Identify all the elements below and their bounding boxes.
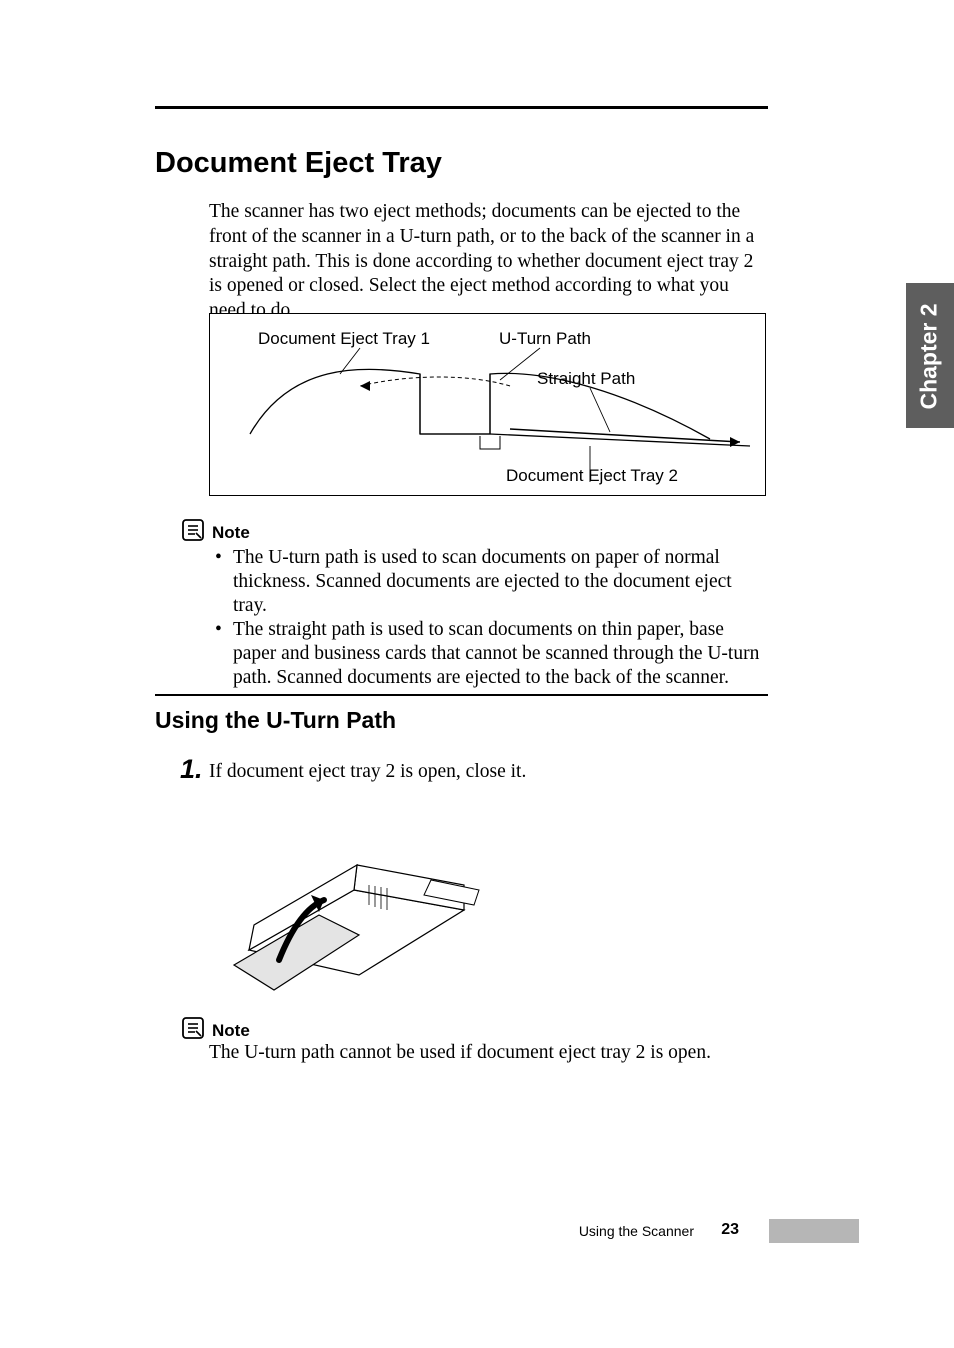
chapter-tab-label: Chapter 2 [916,297,943,417]
label-uturn: U-Turn Path [499,329,591,349]
section-rule [155,106,768,109]
step-1-number: 1. [180,754,203,785]
label-straight: Straight Path [537,369,635,389]
chapter-tab: Chapter 2 [906,283,954,428]
note-2-text: The U-turn path cannot be used if docume… [209,1042,711,1064]
step-1-figure [209,790,489,995]
note-label-2: Note [212,1021,250,1041]
heading-document-eject-tray: Document Eject Tray [155,147,442,180]
label-tray2: Document Eject Tray 2 [506,466,678,486]
eject-path-diagram: Document Eject Tray 1 U-Turn Path Straig… [209,313,766,496]
note-icon [181,1016,205,1040]
note-label-1: Note [212,523,250,543]
footer-page-number: 23 [721,1221,739,1239]
heading-using-uturn-path: Using the U-Turn Path [155,707,396,734]
subsection-rule [155,694,768,696]
footer-section-title: Using the Scanner [579,1223,694,1239]
note-icon [181,518,205,542]
intro-paragraph: The scanner has two eject methods; docum… [209,200,769,324]
label-tray1: Document Eject Tray 1 [258,329,430,349]
page-footer: Using the Scanner 23 [0,1219,954,1243]
step-1-text: If document eject tray 2 is open, close … [209,761,526,783]
note1-bullet-1: The U-turn path is used to scan document… [209,546,769,618]
note1-bullet-list: The U-turn path is used to scan document… [209,546,769,690]
note1-bullet-2: The straight path is used to scan docume… [209,618,769,690]
footer-accent-bar [769,1219,859,1243]
